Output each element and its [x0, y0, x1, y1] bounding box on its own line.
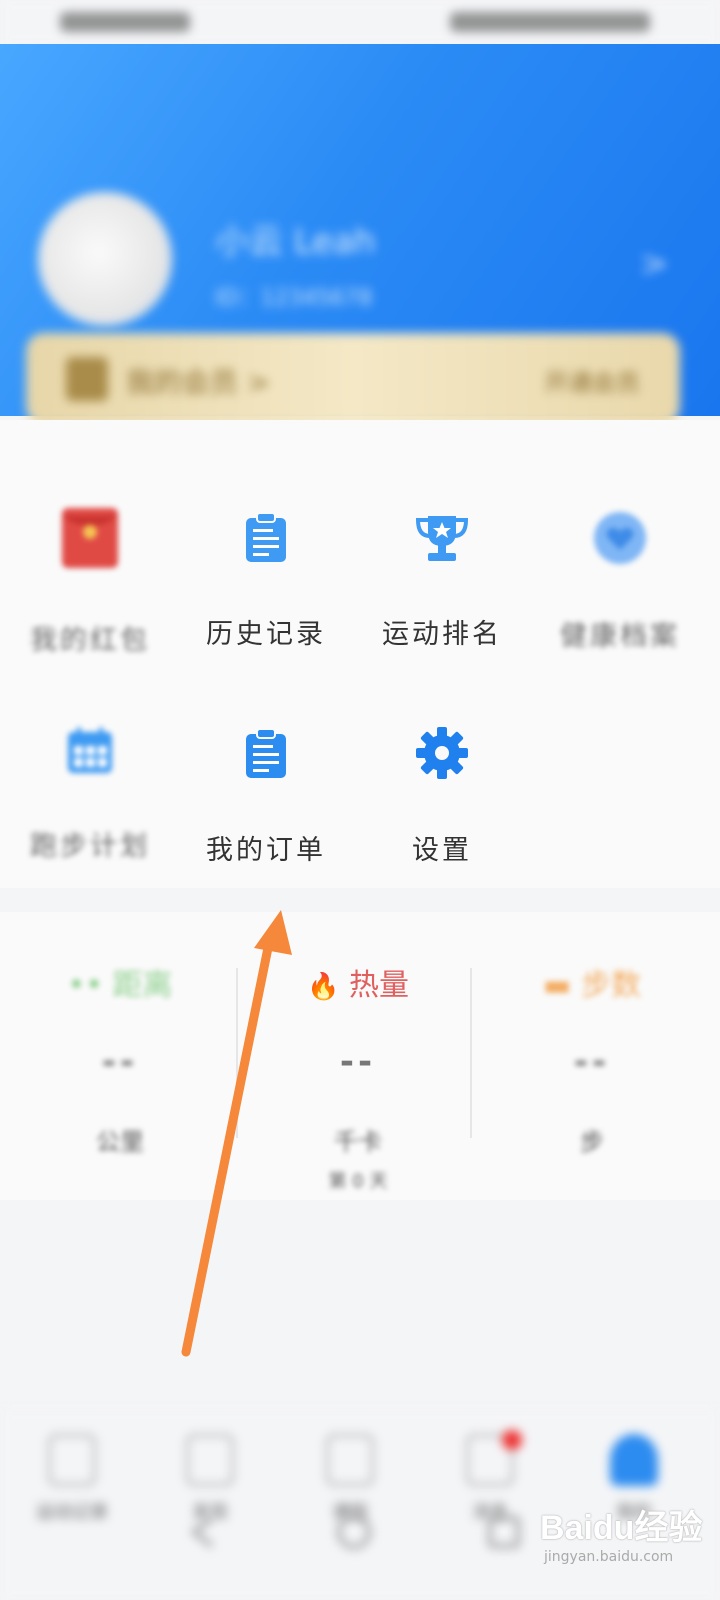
annotation-arrow	[181, 910, 292, 1357]
